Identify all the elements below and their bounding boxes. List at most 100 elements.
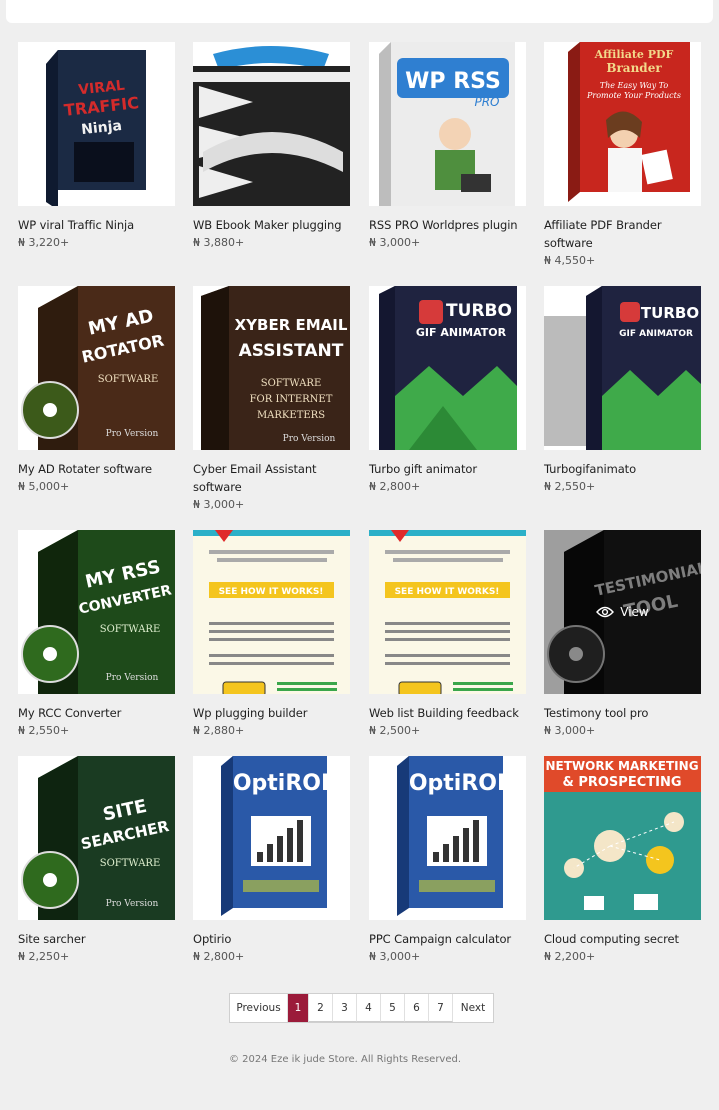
svg-text:Pro Version: Pro Version <box>106 429 159 439</box>
pagination: Previous 1 2 3 4 5 6 7 Next <box>229 993 494 1023</box>
product-image[interactable]: MY AD ROTATOR SOFTWARE Pro Version <box>18 286 175 450</box>
product-image[interactable]: WP RSS PRO <box>369 42 526 206</box>
product-title[interactable]: Web list Building feedback <box>369 704 526 722</box>
product-image[interactable]: NETWORK MARKETING & PROSPECTING <box>544 756 701 920</box>
svg-text:Pro Version: Pro Version <box>283 434 336 444</box>
product-price: ₦ 2,200+ <box>544 950 596 963</box>
eye-icon <box>596 606 615 618</box>
product-image[interactable] <box>193 42 350 206</box>
product-card[interactable]: SITE SEARCHER SOFTWARE Pro Version Site … <box>18 756 175 966</box>
product-title[interactable]: Wp plugging builder <box>193 704 350 722</box>
product-title[interactable]: Turbogifanimato <box>544 460 701 478</box>
product-card[interactable]: VIRAL TRAFFIC Ninja WP viral Traffic Nin… <box>18 42 175 252</box>
page-button-4[interactable]: 4 <box>357 994 381 1022</box>
svg-text:GIF ANIMATOR: GIF ANIMATOR <box>619 329 693 339</box>
page-button-2[interactable]: 2 <box>309 994 333 1022</box>
product-image[interactable]: SITE SEARCHER SOFTWARE Pro Version <box>18 756 175 920</box>
previous-page-button[interactable]: Previous <box>230 994 288 1022</box>
svg-text:SOFTWARE: SOFTWARE <box>261 378 322 389</box>
svg-text:TURBO: TURBO <box>641 304 699 322</box>
svg-text:SEE HOW IT WORKS!: SEE HOW IT WORKS! <box>219 587 324 597</box>
svg-text:PRO: PRO <box>474 95 499 109</box>
product-price: ₦ 3,000+ <box>369 950 421 963</box>
product-card[interactable]: WB Ebook Maker plugging ₦ 3,880+ <box>193 42 350 252</box>
product-price: ₦ 2,250+ <box>18 950 70 963</box>
product-image[interactable]: TURBO GIF ANIMATOR <box>369 286 526 450</box>
product-title[interactable]: Affiliate PDF Brander software <box>544 216 701 252</box>
product-image[interactable]: OptiROI <box>193 756 350 920</box>
product-card[interactable]: SEE HOW IT WORKS! Wp plugging builder ₦ … <box>193 530 350 740</box>
product-price: ₦ 2,500+ <box>369 724 421 737</box>
product-card[interactable]: TURBO GIF ANIMATOR Turbo gift animator ₦… <box>369 286 526 496</box>
svg-text:SOFTWARE: SOFTWARE <box>100 858 161 869</box>
product-image[interactable]: MY RSS CONVERTER SOFTWARE Pro Version <box>18 530 175 694</box>
product-card[interactable]: MY AD ROTATOR SOFTWARE Pro Version My AD… <box>18 286 175 496</box>
page-button-1[interactable]: 1 <box>288 994 309 1022</box>
product-card[interactable]: XYBER EMAIL ASSISTANT SOFTWARE FOR INTER… <box>193 286 350 514</box>
product-image[interactable]: VIRAL TRAFFIC Ninja <box>18 42 175 206</box>
product-title[interactable]: WP viral Traffic Ninja <box>18 216 175 234</box>
product-price: ₦ 3,000+ <box>193 498 245 511</box>
product-title[interactable]: Turbo gift animator <box>369 460 526 478</box>
product-price: ₦ 2,800+ <box>369 480 421 493</box>
svg-text:Pro Version: Pro Version <box>106 899 159 909</box>
svg-text:Affiliate PDF: Affiliate PDF <box>594 48 674 61</box>
product-price: ₦ 5,000+ <box>18 480 70 493</box>
product-title[interactable]: Optirio <box>193 930 350 948</box>
product-image[interactable]: SEE HOW IT WORKS! <box>193 530 350 694</box>
product-title[interactable]: Testimony tool pro <box>544 704 701 722</box>
next-page-button[interactable]: Next <box>453 994 493 1022</box>
product-card[interactable]: OptiROI Optirio ₦ 2,800+ <box>193 756 350 966</box>
svg-text:NETWORK MARKETING: NETWORK MARKETING <box>545 759 698 773</box>
page-button-5[interactable]: 5 <box>381 994 405 1022</box>
page-button-3[interactable]: 3 <box>333 994 357 1022</box>
svg-text:SEE HOW IT WORKS!: SEE HOW IT WORKS! <box>395 587 500 597</box>
product-image[interactable]: XYBER EMAIL ASSISTANT SOFTWARE FOR INTER… <box>193 286 350 450</box>
page-button-6[interactable]: 6 <box>405 994 429 1022</box>
svg-text:The Easy Way To: The Easy Way To <box>600 81 669 90</box>
svg-text:& PROSPECTING: & PROSPECTING <box>562 775 681 790</box>
product-price: ₦ 2,880+ <box>193 724 245 737</box>
product-price: ₦ 2,550+ <box>18 724 70 737</box>
page-button-7[interactable]: 7 <box>429 994 453 1022</box>
product-image[interactable]: SEE HOW IT WORKS! <box>369 530 526 694</box>
product-card[interactable]: SEE HOW IT WORKS! Web list Building feed… <box>369 530 526 740</box>
product-card[interactable]: TURBO GIF ANIMATOR Turbogifanimato ₦ 2,5… <box>544 286 701 496</box>
top-card <box>6 0 713 23</box>
svg-text:OptiROI: OptiROI <box>409 771 505 796</box>
product-title[interactable]: My RCC Converter <box>18 704 175 722</box>
product-image[interactable]: Affiliate PDF Brander The Easy Way To Pr… <box>544 42 701 206</box>
product-card[interactable]: MY RSS CONVERTER SOFTWARE Pro Version My… <box>18 530 175 740</box>
product-price: ₦ 3,880+ <box>193 236 245 249</box>
product-price: ₦ 2,800+ <box>193 950 245 963</box>
product-price: ₦ 3,000+ <box>369 236 421 249</box>
svg-text:SOFTWARE: SOFTWARE <box>100 624 161 635</box>
product-card[interactable]: Affiliate PDF Brander The Easy Way To Pr… <box>544 42 701 270</box>
svg-text:Promote Your Products: Promote Your Products <box>586 91 681 100</box>
svg-text:Brander: Brander <box>606 61 662 75</box>
product-title[interactable]: WB Ebook Maker plugging <box>193 216 350 234</box>
view-label[interactable]: View <box>620 605 648 619</box>
svg-text:GIF ANIMATOR: GIF ANIMATOR <box>416 326 507 339</box>
product-title[interactable]: Cyber Email Assistant software <box>193 460 350 496</box>
product-card[interactable]: OptiROI PPC Campaign calculator ₦ 3,000+ <box>369 756 526 966</box>
product-title[interactable]: RSS PRO Worldpres plugin <box>369 216 526 234</box>
product-image[interactable]: TURBO GIF ANIMATOR <box>544 286 701 450</box>
product-title[interactable]: Site sarcher <box>18 930 175 948</box>
svg-text:WP RSS: WP RSS <box>405 69 501 94</box>
product-card[interactable]: WP RSS PRO RSS PRO Worldpres plugin ₦ 3,… <box>369 42 526 252</box>
svg-text:SOFTWARE: SOFTWARE <box>98 374 159 385</box>
product-title[interactable]: Cloud computing secret <box>544 930 701 948</box>
product-price: ₦ 3,220+ <box>18 236 70 249</box>
product-title[interactable]: My AD Rotater software <box>18 460 175 478</box>
product-image[interactable]: TESTIMONIAL TOOL View <box>544 530 701 694</box>
footer-copyright: © 2024 Eze ik jude Store. All Rights Res… <box>228 1054 462 1065</box>
view-overlay[interactable]: View <box>544 530 701 694</box>
svg-text:MARKETERS: MARKETERS <box>257 410 325 421</box>
product-image[interactable]: OptiROI <box>369 756 526 920</box>
product-card[interactable]: NETWORK MARKETING & PROSPECTING Cloud co… <box>544 756 701 966</box>
product-title[interactable]: PPC Campaign calculator <box>369 930 526 948</box>
product-card[interactable]: TESTIMONIAL TOOL View Testimony tool pro… <box>544 530 701 740</box>
svg-text:ASSISTANT: ASSISTANT <box>239 341 344 361</box>
svg-text:OptiROI: OptiROI <box>233 771 329 796</box>
